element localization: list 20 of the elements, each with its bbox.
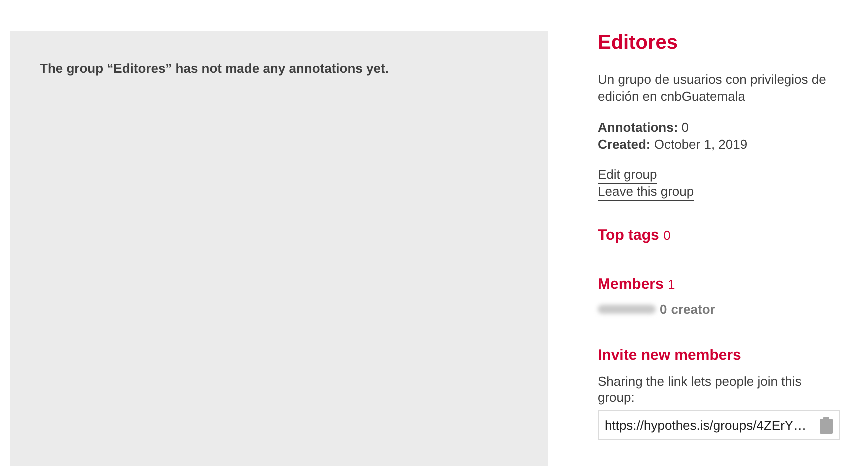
- clipboard-icon[interactable]: [820, 416, 833, 434]
- stat-label: Created:: [598, 137, 651, 152]
- section-title: Members: [598, 276, 664, 293]
- section-title: Invite new members: [598, 347, 742, 364]
- member-count: 0: [660, 302, 668, 317]
- group-link[interactable]: Edit group: [598, 167, 658, 184]
- share-link-field[interactable]: https://hypothes.is/groups/4ZErY…: [598, 410, 840, 440]
- section-title: Top tags: [598, 227, 660, 244]
- section-count: 1: [668, 277, 676, 292]
- blurred-username: [598, 305, 656, 314]
- share-text: Sharing the link lets people join this group:: [598, 374, 803, 406]
- member-role: creator: [671, 302, 716, 317]
- section-count: 0: [664, 228, 671, 243]
- empty-message: The group “Editores” has not made any annotations yet.: [40, 61, 390, 76]
- group-title: Editores: [598, 31, 680, 55]
- stat-label: Annotations:: [598, 120, 678, 135]
- group-link[interactable]: Leave this group: [598, 184, 694, 201]
- group-description: Un grupo de usuarios con privilegios de edición en cnbGuatemala: [598, 71, 828, 105]
- stat-value: 0: [682, 120, 690, 135]
- stat-value: October 1, 2019: [654, 137, 748, 152]
